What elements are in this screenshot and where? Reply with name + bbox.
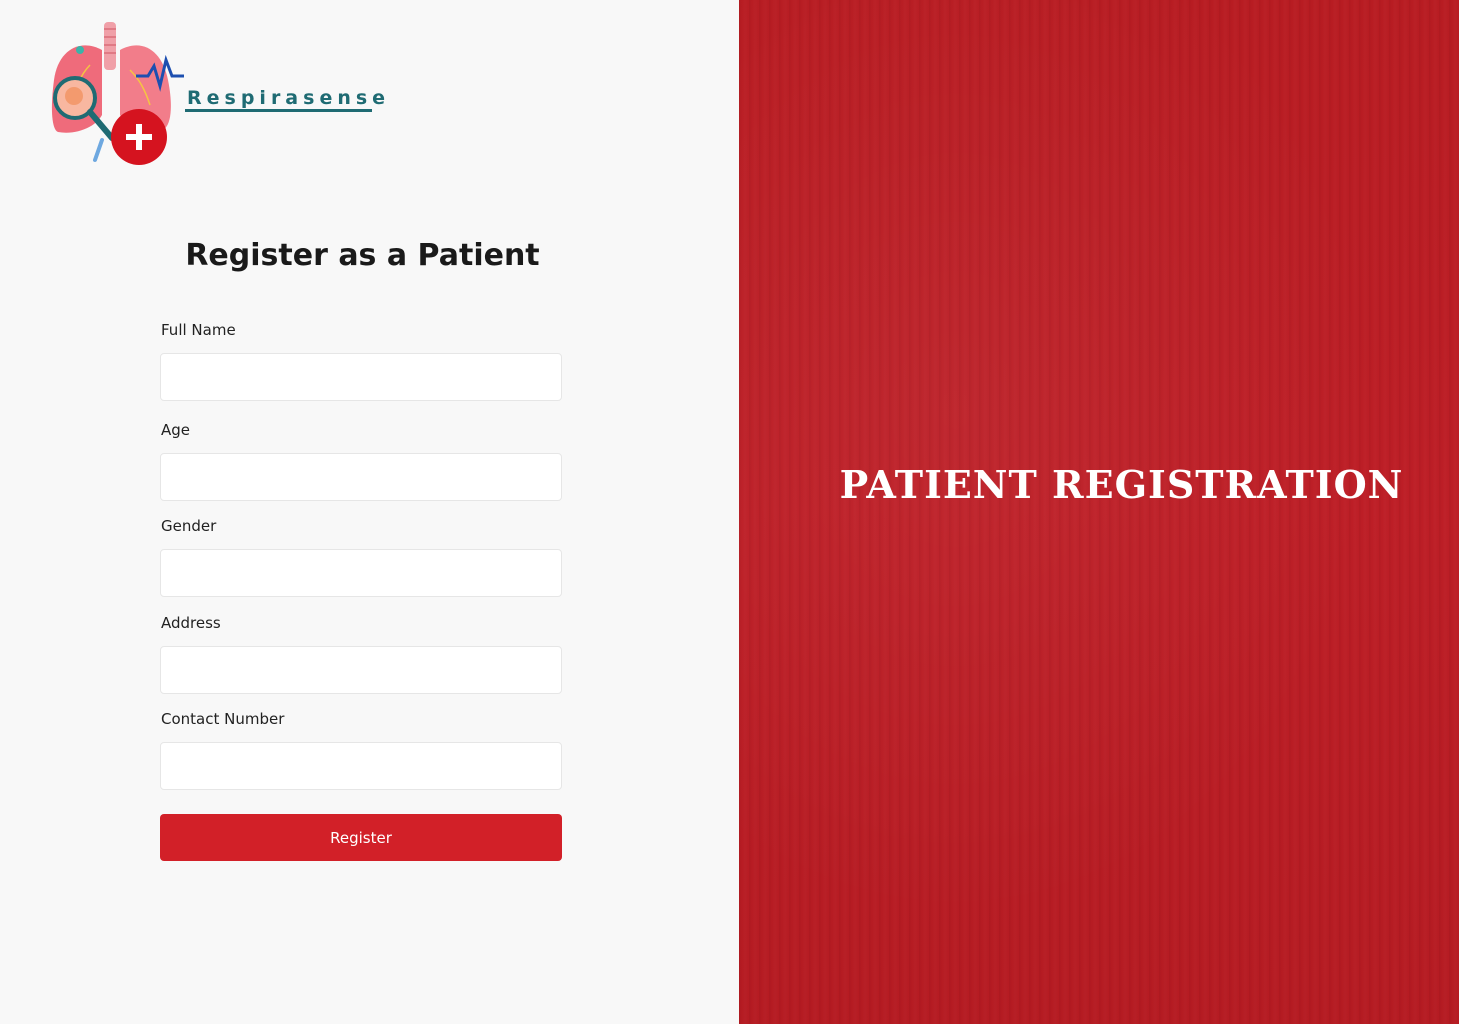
banner-title: PATIENT REGISTRATION bbox=[839, 462, 1404, 507]
contact-number-input[interactable] bbox=[160, 742, 562, 790]
gender-input[interactable] bbox=[160, 549, 562, 597]
medical-plus-icon bbox=[111, 109, 167, 165]
age-label: Age bbox=[161, 421, 191, 439]
full-name-label: Full Name bbox=[161, 321, 236, 339]
age-input[interactable] bbox=[160, 453, 562, 501]
full-name-input[interactable] bbox=[160, 353, 562, 401]
lungs-logo-icon bbox=[51, 22, 184, 165]
brand-underline bbox=[185, 109, 372, 112]
address-label: Address bbox=[161, 614, 221, 632]
address-input[interactable] bbox=[160, 646, 562, 694]
banner-panel: PATIENT REGISTRATION bbox=[739, 0, 1459, 1024]
brand-name: Respirasense bbox=[187, 87, 391, 109]
form-panel: Respirasense Register as a Patient Full … bbox=[0, 0, 739, 1024]
page-title: Register as a Patient bbox=[185, 238, 540, 273]
logo[interactable]: Respirasense bbox=[50, 20, 385, 170]
gender-label: Gender bbox=[161, 517, 217, 535]
contact-number-label: Contact Number bbox=[161, 710, 285, 728]
register-button[interactable]: Register bbox=[160, 814, 562, 861]
